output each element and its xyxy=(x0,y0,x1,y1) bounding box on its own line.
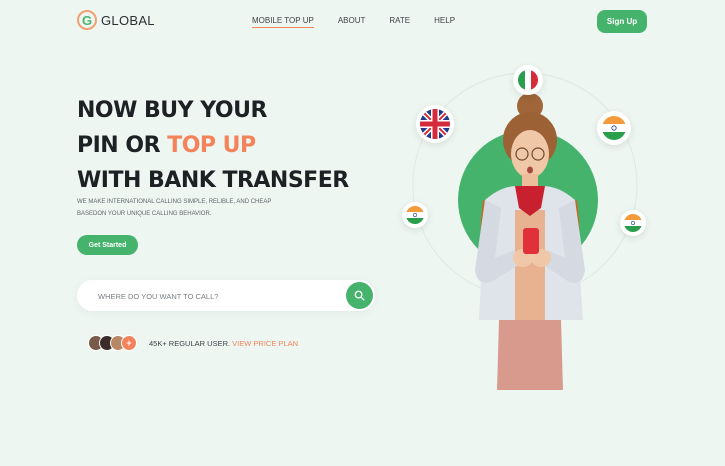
main-menu: MOBILE TOP UP ABOUT RATE HELP xyxy=(252,16,455,28)
hero-illustration xyxy=(400,60,670,390)
get-started-button[interactable]: Get Started xyxy=(77,235,138,255)
uk-flag-icon xyxy=(416,105,454,143)
nav-item-rate[interactable]: RATE xyxy=(389,16,410,25)
india-flag-icon xyxy=(597,111,631,145)
top-navbar: G GLOBAL MOBILE TOP UP ABOUT RATE HELP S… xyxy=(0,0,725,44)
nav-item-help[interactable]: HELP xyxy=(434,16,455,25)
hero-headline: NOW BUY YOUR PIN OR TOP UP WITH BANK TRA… xyxy=(77,93,349,198)
person-image xyxy=(475,93,585,390)
search-input[interactable] xyxy=(96,288,340,305)
italy-flag-icon xyxy=(513,65,543,95)
search-button[interactable] xyxy=(346,282,373,309)
sign-up-button[interactable]: Sign Up xyxy=(597,10,647,33)
user-stats: + 45K+ REGULAR USER. VIEW PRICE PLAN xyxy=(88,335,298,351)
more-users-badge: + xyxy=(121,335,137,351)
headline-line-2: PIN OR TOP UP xyxy=(77,133,256,158)
logo-icon: G xyxy=(77,10,97,30)
search-icon xyxy=(354,290,365,301)
headline-accent: TOP UP xyxy=(167,133,256,158)
headline-line-1: NOW BUY YOUR xyxy=(77,98,267,123)
nav-item-mobile-top-up[interactable]: MOBILE TOP UP xyxy=(252,16,314,28)
hero-subtext: WE MAKE INTERNATIONAL CALLING SIMPLE, RE… xyxy=(77,199,272,217)
user-count: 45K+ REGULAR USER. xyxy=(149,338,231,348)
brand-name: GLOBAL xyxy=(101,12,155,28)
india-flag-icon xyxy=(402,202,428,228)
india-flag-icon xyxy=(620,210,646,236)
nav-item-about[interactable]: ABOUT xyxy=(338,16,366,25)
headline-line-3: WITH BANK TRANSFER xyxy=(77,168,349,193)
brand-logo[interactable]: G GLOBAL xyxy=(77,10,155,30)
call-search-bar xyxy=(77,280,375,311)
view-price-plan-link[interactable]: VIEW PRICE PLAN xyxy=(232,339,298,348)
